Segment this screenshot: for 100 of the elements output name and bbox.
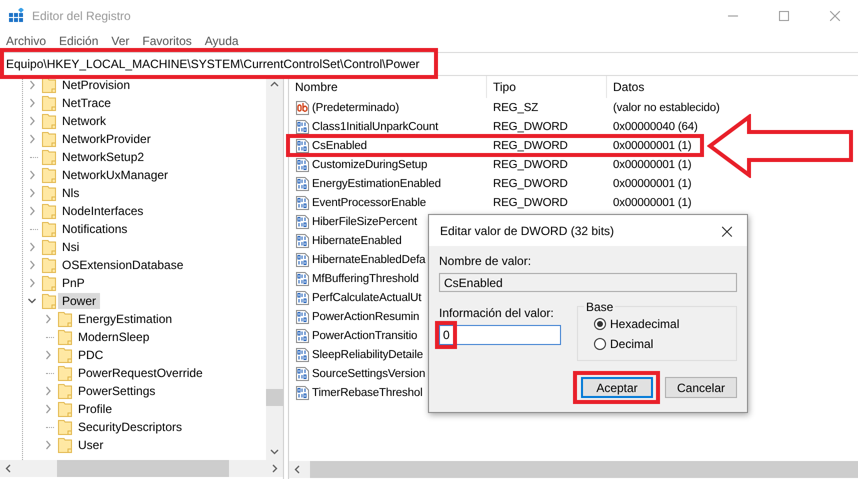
tree-item[interactable]: OSExtensionDatabase <box>58 257 188 273</box>
tree-item[interactable]: User <box>74 437 108 453</box>
chevron-right-icon[interactable] <box>44 314 52 324</box>
radio-button[interactable] <box>594 338 606 350</box>
value-name[interactable]: SourceSettingsVersion <box>312 368 426 380</box>
chevron-right-icon[interactable] <box>28 188 36 198</box>
tree-item[interactable]: EnergyEstimation <box>74 311 176 327</box>
chevron-right-icon[interactable] <box>28 116 36 126</box>
binary-value-icon <box>295 290 310 304</box>
value-name[interactable]: CustomizeDuringSetup <box>312 158 428 170</box>
menu-item[interactable]: Edición <box>59 34 98 48</box>
tree-item[interactable]: Network <box>58 113 110 129</box>
value-data: 0x00000001 (1) <box>612 178 692 190</box>
window-title: Editor del Registro <box>32 9 131 23</box>
value-name[interactable]: (Predeterminado) <box>312 102 400 114</box>
tree-item[interactable]: Power <box>58 293 100 309</box>
tree-item[interactable]: NetworkSetup2 <box>58 149 148 165</box>
tree-item[interactable]: PowerSettings <box>74 383 160 399</box>
tree-item[interactable]: NetworkUxManager <box>58 167 172 183</box>
folder-icon <box>58 401 72 417</box>
folder-icon <box>58 437 72 453</box>
address-field[interactable]: Equipo\HKEY_LOCAL_MACHINE\SYSTEM\CurrentControlSet\Control\Power <box>0 52 858 76</box>
menu-item[interactable]: Ayuda <box>204 34 239 48</box>
value-type: REG_SZ <box>492 102 538 114</box>
chevron-right-icon[interactable] <box>28 134 36 144</box>
value-name[interactable]: CsEnabled <box>312 140 367 152</box>
column-header[interactable]: Datos <box>607 76 858 98</box>
value-name[interactable]: HibernateEnabled <box>312 234 402 246</box>
tree-item[interactable]: NetworkProvider <box>58 131 155 147</box>
value-name[interactable]: PowerActionTransitio <box>312 330 418 342</box>
binary-value-icon <box>295 366 310 380</box>
chevron-right-icon[interactable] <box>28 278 36 288</box>
scroll-thumb[interactable] <box>266 389 283 406</box>
tree-item[interactable]: Nsi <box>58 239 84 255</box>
value-name[interactable]: TimerRebaseThreshol <box>312 386 422 398</box>
value-name[interactable]: HiberFileSizePercent <box>312 216 418 228</box>
value-name[interactable]: EventProcessorEnable <box>312 196 426 208</box>
chevron-right-icon[interactable] <box>28 206 36 216</box>
folder-icon <box>42 77 56 93</box>
chevron-down-icon[interactable] <box>28 296 36 306</box>
chevron-right-icon[interactable] <box>28 80 36 90</box>
radio-label[interactable]: Hexadecimal <box>610 317 680 331</box>
value-name[interactable]: PerfCalculateActualUt <box>312 292 422 304</box>
tree-item[interactable]: NodeInterfaces <box>58 203 148 219</box>
chevron-right-icon[interactable] <box>44 440 52 450</box>
chevron-right-icon[interactable] <box>44 386 52 396</box>
radio-button[interactable] <box>594 318 606 330</box>
value-data: (valor no establecido) <box>612 102 720 114</box>
binary-value-icon <box>295 138 310 152</box>
maximize-icon[interactable] <box>779 11 789 21</box>
value-name-field: CsEnabled <box>439 273 737 292</box>
tree-item[interactable]: ModernSleep <box>74 329 154 345</box>
folder-icon <box>42 203 56 219</box>
column-header[interactable]: Tipo <box>487 76 607 98</box>
menu-item[interactable]: Archivo <box>6 34 46 48</box>
folder-icon <box>42 239 56 255</box>
value-data-field[interactable]: 0 <box>439 325 561 345</box>
value-type: REG_DWORD <box>492 120 568 132</box>
chevron-right-icon[interactable] <box>44 350 52 360</box>
close-icon[interactable] <box>830 11 840 21</box>
tree-item[interactable]: NetProvision <box>58 77 134 93</box>
folder-icon <box>42 167 56 183</box>
radio-label[interactable]: Decimal <box>610 337 654 351</box>
chevron-right-icon[interactable] <box>44 404 52 414</box>
chevron-right-icon[interactable] <box>28 170 36 180</box>
value-name[interactable]: EnergyEstimationEnabled <box>312 178 441 190</box>
value-data: 0x00000040 (64) <box>612 120 698 132</box>
tree-item[interactable]: Nls <box>58 185 84 201</box>
value-name[interactable]: SleepReliabilityDetaile <box>312 348 423 360</box>
dialog-button[interactable]: Aceptar <box>581 377 653 398</box>
tree-item[interactable]: PnP <box>58 275 89 291</box>
binary-value-icon <box>295 176 310 190</box>
tree-item[interactable]: Notifications <box>58 221 132 237</box>
menu-item[interactable]: Ver <box>111 34 130 48</box>
chevron-right-icon[interactable] <box>28 242 36 252</box>
column-header[interactable]: Nombre <box>289 76 487 98</box>
value-name[interactable]: Class1InitialUnparkCount <box>312 120 438 132</box>
value-type: REG_DWORD <box>492 158 568 170</box>
tree-item[interactable]: Profile <box>74 401 116 417</box>
dialog-button[interactable]: Cancelar <box>665 377 737 398</box>
close-button[interactable]: × <box>707 215 747 246</box>
group-label: Base <box>584 300 616 314</box>
tree-item[interactable]: PowerRequestOverride <box>74 365 207 381</box>
value-data: 0x00000001 (1) <box>612 158 692 170</box>
menu-item[interactable]: Favoritos <box>142 34 192 48</box>
tree-item[interactable]: NetTrace <box>58 95 115 111</box>
chevron-right-icon[interactable] <box>28 260 36 270</box>
value-name[interactable]: HibernateEnabledDefa <box>312 254 426 266</box>
value-data: 0x00000001 (1) <box>612 140 692 152</box>
scroll-thumb[interactable] <box>57 460 229 477</box>
value-name[interactable]: MfBufferingThreshold <box>312 272 419 284</box>
vertical-scrollbar[interactable] <box>266 76 283 460</box>
horizontal-scrollbar[interactable] <box>0 460 283 477</box>
folder-icon <box>42 149 56 165</box>
value-name[interactable]: PowerActionResumin <box>312 310 420 322</box>
binary-value-icon <box>295 234 310 248</box>
chevron-right-icon[interactable] <box>28 98 36 108</box>
tree-item[interactable]: SecurityDescriptors <box>74 419 186 435</box>
value-type: REG_DWORD <box>492 196 568 208</box>
tree-item[interactable]: PDC <box>74 347 108 363</box>
